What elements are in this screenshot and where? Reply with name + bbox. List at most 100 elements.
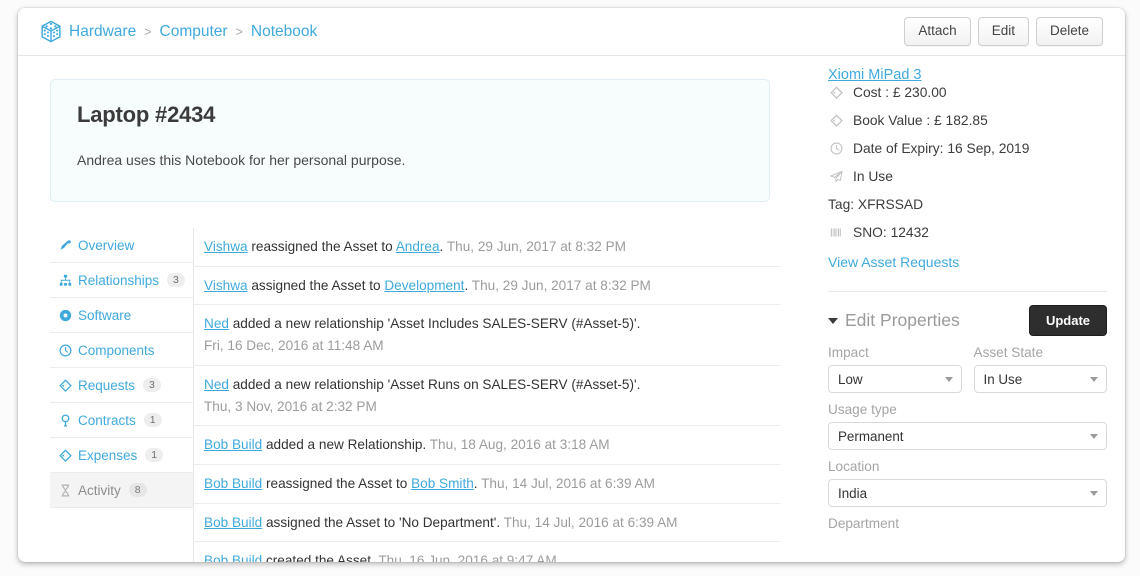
location-select[interactable]: India [828, 479, 1107, 507]
tag-icon [59, 448, 72, 462]
asset-detail-row: Date of Expiry: 16 Sep, 2019 [828, 140, 1107, 157]
cube-icon [40, 20, 62, 43]
activity-actor-link[interactable]: Bob Build [204, 515, 262, 530]
chevron-down-icon [1090, 377, 1098, 382]
activity-actor-link[interactable]: Vishwa [204, 239, 248, 254]
field-grid-row: Impact Low Asset State In Use [828, 336, 1107, 393]
asset-detail-row: Cost : £ 230.00 [828, 84, 1107, 101]
sidebar-item-badge: 3 [167, 272, 185, 288]
sidebar-item-software[interactable]: Software [50, 298, 193, 333]
left-column: Laptop #2434 Andrea uses this Notebook f… [18, 56, 788, 562]
chevron-down-icon [1090, 491, 1098, 496]
activity-item: Bob Build assigned the Asset to 'No Depa… [194, 504, 780, 543]
activity-target-link[interactable]: Andrea [396, 239, 440, 254]
breadcrumb-item-computer[interactable]: Computer [160, 23, 228, 41]
asset-state-select-value: In Use [983, 371, 1023, 387]
activity-item: Bob Build created the Asset. Thu, 16 Jun… [194, 542, 780, 562]
activity-feed: Vishwa reassigned the Asset to Andrea. T… [194, 228, 780, 562]
breadcrumb-item-hardware[interactable]: Hardware [69, 23, 136, 41]
activity-text: assigned the Asset to 'No Department'. [262, 514, 501, 530]
clock-icon [828, 142, 844, 155]
update-button[interactable]: Update [1028, 305, 1107, 336]
usage-type-select[interactable]: Permanent [828, 422, 1107, 450]
activity-timestamp: Thu, 3 Nov, 2016 at 2:32 PM [204, 398, 377, 414]
activity-timestamp: Fri, 16 Dec, 2016 at 11:48 AM [204, 338, 384, 354]
activity-actor-link[interactable]: Bob Build [204, 476, 262, 491]
activity-item: Vishwa assigned the Asset to Development… [194, 267, 780, 306]
asset-details-list: Cost : £ 230.00 Book Value : £ 182.85 Date… [828, 84, 1107, 241]
plug-icon [59, 239, 72, 252]
caret-down-icon[interactable] [828, 317, 838, 324]
impact-select[interactable]: Low [828, 365, 962, 393]
activity-item: Ned added a new relationship 'Asset Runs… [194, 366, 780, 427]
page-root: Hardware > Computer > Notebook Attach Ed… [0, 0, 1140, 576]
asset-description: Andrea uses this Notebook for her person… [77, 152, 406, 168]
field-label-asset-state: Asset State [973, 345, 1044, 360]
activity-timestamp: Thu, 14 Jul, 2016 at 6:39 AM [503, 514, 678, 530]
right-column: Xiomi MiPad 3 Cost : £ 230.00 Book Value … [788, 56, 1125, 562]
edit-button[interactable]: Edit [977, 16, 1029, 47]
asset-detail-text: Cost : £ 230.00 [853, 85, 947, 100]
activity-timestamp: Thu, 18 Aug, 2016 at 3:18 AM [429, 437, 610, 453]
activity-actor-link[interactable]: Ned [204, 377, 229, 392]
breadcrumb-item-notebook[interactable]: Notebook [251, 23, 317, 41]
sidebar-item-overview[interactable]: Overview [50, 228, 193, 263]
activity-text: added a new relationship 'Asset Runs on … [228, 376, 641, 392]
activity-timestamp: Thu, 29 Jun, 2017 at 8:32 PM [446, 239, 626, 254]
activity-item: Bob Build added a new Relationship. Thu,… [194, 426, 780, 465]
sidebar-item-expenses[interactable]: Expenses 1 [50, 438, 193, 473]
sidebar-item-contracts[interactable]: Contracts 1 [50, 403, 193, 438]
asset-detail-text: SNO: 12432 [853, 225, 929, 240]
asset-state-select[interactable]: In Use [973, 365, 1107, 393]
sidebar-item-label: Requests [78, 377, 136, 393]
activity-target-link[interactable]: Development [384, 278, 464, 293]
asset-detail-text: Tag: XFRSSAD [828, 197, 924, 212]
activity-text: reassigned the Asset to [247, 239, 396, 254]
activity-text-suffix: . [439, 239, 444, 254]
activity-actor-link[interactable]: Vishwa [204, 278, 248, 293]
breadcrumb-separator: > [144, 24, 152, 39]
activity-text-suffix: . [464, 277, 469, 293]
asset-detail-text: In Use [853, 169, 893, 184]
gauge-icon [59, 344, 72, 357]
activity-text: reassigned the Asset to [262, 475, 412, 491]
tag-icon [828, 114, 844, 127]
activity-actor-link[interactable]: Ned [204, 316, 229, 331]
chevron-down-icon [944, 377, 953, 382]
edit-properties-title[interactable]: Edit Properties [828, 310, 960, 331]
activity-text: assigned the Asset to [247, 277, 385, 293]
sidebar-item-label: Software [78, 307, 132, 323]
app-card: Hardware > Computer > Notebook Attach Ed… [18, 8, 1125, 562]
usage-type-select-value: Permanent [838, 428, 904, 444]
asset-name-link[interactable]: Xiomi MiPad 3 [828, 67, 921, 83]
field-asset-state: Asset State In Use [973, 336, 1107, 393]
activity-actor-link[interactable]: Bob Build [204, 437, 262, 452]
asset-detail-row: SNO: 12432 [828, 224, 1107, 241]
sidebar-item-badge: 3 [143, 377, 161, 393]
activity-actor-link[interactable]: Bob Build [204, 553, 262, 562]
page-title: Laptop #2434 [77, 102, 216, 127]
view-asset-requests-link[interactable]: View Asset Requests [828, 254, 959, 270]
delete-button[interactable]: Delete [1035, 16, 1103, 47]
sidebar-item-components[interactable]: Components [50, 333, 193, 368]
sidebar-item-label: Contracts [78, 412, 136, 428]
activity-item: Bob Build reassigned the Asset to Bob Sm… [194, 465, 780, 504]
asset-detail-row: Tag: XFRSSAD [828, 196, 1107, 213]
content-row: Overview Relationships 3 Software Components… [18, 228, 788, 562]
location-select-value: India [838, 485, 868, 501]
sidebar-item-requests[interactable]: Requests 3 [50, 368, 193, 403]
sidebar-item-badge: 8 [128, 482, 147, 498]
sidebar-item-activity[interactable]: Activity 8 [50, 473, 193, 508]
sidebar-item-relationships[interactable]: Relationships 3 [50, 263, 193, 298]
asset-detail-text: Book Value : £ 182.85 [853, 113, 988, 128]
sidebar-item-label: Relationships [78, 272, 160, 288]
hourglass-icon [59, 484, 72, 497]
pin-icon [59, 413, 72, 427]
activity-target-link[interactable]: Bob Smith [411, 476, 474, 491]
asset-detail-row: In Use [828, 168, 1107, 185]
edit-properties-header: Edit Properties Update [828, 305, 1107, 336]
attach-button[interactable]: Attach [904, 16, 971, 47]
asset-detail-row: Book Value : £ 182.85 [828, 112, 1107, 129]
edit-properties-label: Edit Properties [845, 310, 960, 330]
activity-timestamp: Thu, 14 Jul, 2016 at 6:39 AM [481, 475, 655, 491]
